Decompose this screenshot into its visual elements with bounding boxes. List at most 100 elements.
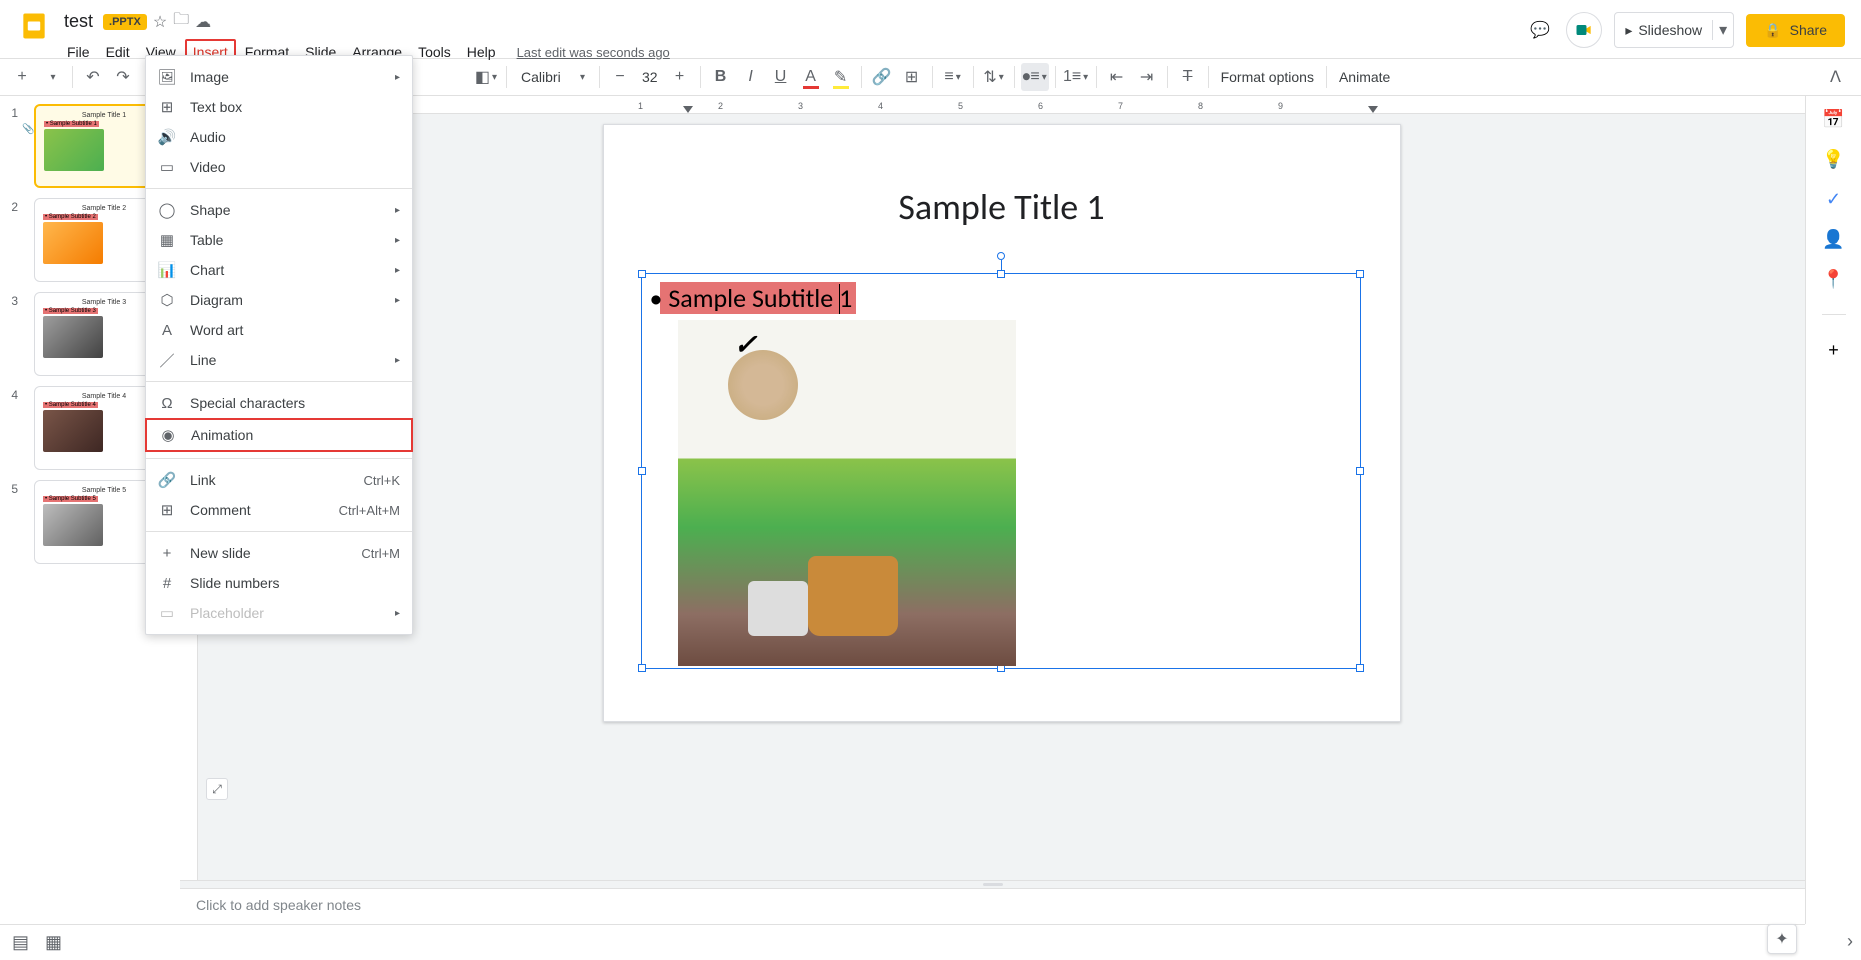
animate-button[interactable]: Animate [1333, 69, 1396, 85]
ruler-indent-left[interactable] [683, 106, 693, 113]
collapse-toolbar-button[interactable]: ᐱ [1818, 67, 1853, 87]
tasks-addon-icon[interactable]: ✓ [1823, 188, 1845, 210]
text-color-button[interactable]: A [797, 63, 825, 91]
hide-side-panel-button[interactable]: › [1847, 931, 1853, 952]
star-icon[interactable]: ☆ [153, 12, 167, 32]
align-button[interactable]: ≡▾ [939, 63, 967, 91]
shortcut-label: Ctrl+M [361, 546, 400, 561]
insert-menu-video[interactable]: ▭ Video [146, 152, 412, 182]
rotate-handle[interactable] [997, 252, 1005, 260]
font-size-increase[interactable]: + [666, 63, 694, 91]
insert-menu-new-slide[interactable]: + New slide Ctrl+M [146, 538, 412, 568]
thumb-title: Sample Title 3 [82, 299, 126, 306]
slideshow-dropdown[interactable]: ▾ [1712, 20, 1733, 40]
resize-handle-tr[interactable] [1356, 270, 1364, 278]
insert-menu-special-characters[interactable]: Ω Special characters [146, 388, 412, 418]
insert-menu-shape[interactable]: ◯ Shape ▸ [146, 195, 412, 225]
ruler-mark: 4 [878, 101, 883, 111]
slide-title-text[interactable]: Sample Title 1 [604, 185, 1400, 229]
insert-menu-table[interactable]: ▦ Table ▸ [146, 225, 412, 255]
comments-icon[interactable]: 💬 [1526, 16, 1554, 44]
thumb-image [43, 222, 103, 264]
fill-color-button[interactable]: ◧▾ [472, 63, 500, 91]
undo-button[interactable]: ↶ [79, 63, 107, 91]
bulleted-list-button[interactable]: ⦁≡▾ [1021, 63, 1049, 91]
font-size-decrease[interactable]: − [606, 63, 634, 91]
insert-menu-link[interactable]: 🔗 Link Ctrl+K [146, 465, 412, 495]
resize-handle-tm[interactable] [997, 270, 1005, 278]
doc-title[interactable]: test [60, 9, 97, 34]
slideshow-button[interactable]: ▸ Slideshow [1615, 22, 1712, 39]
thumb-image [43, 504, 103, 546]
menu-file[interactable]: File [60, 40, 97, 64]
meet-icon[interactable] [1566, 12, 1602, 48]
insert-menu-chart[interactable]: 📊 Chart ▸ [146, 255, 412, 285]
numbered-list-button[interactable]: 1≡▾ [1062, 63, 1090, 91]
insert-menu-audio[interactable]: 🔊 Audio [146, 122, 412, 152]
insert-menu-comment[interactable]: ⊞ Comment Ctrl+Alt+M [146, 495, 412, 525]
notes-resize-handle[interactable] [180, 880, 1805, 888]
subtitle-text-box[interactable]: Sample Subtitle 1 ✓ [641, 273, 1361, 669]
move-folder-icon[interactable]: 🗀 [173, 8, 189, 35]
horizontal-ruler[interactable]: 123456789 [198, 96, 1805, 114]
fit-to-screen-button[interactable]: ⤢ [206, 778, 228, 800]
insert-link-button[interactable]: 🔗 [868, 63, 896, 91]
filmstrip-view-button[interactable]: ▤ [12, 932, 29, 953]
explore-button[interactable]: ✦ [1767, 924, 1797, 954]
insert-comment-button[interactable]: ⊞ [898, 63, 926, 91]
insert-menu-word-art[interactable]: A Word art [146, 315, 412, 345]
resize-handle-ml[interactable] [638, 467, 646, 475]
new-slide-button[interactable]: + [8, 63, 36, 91]
resize-handle-bl[interactable] [638, 664, 646, 672]
insert-menu-text-box[interactable]: ⊞ Text box [146, 92, 412, 122]
slide-image[interactable]: ✓ [678, 320, 1016, 666]
decrease-indent-button[interactable]: ⇤ [1103, 63, 1131, 91]
insert-menu-image[interactable]: 🖼 Image ▸ [146, 62, 412, 92]
new-slide-dropdown[interactable]: ▾ [38, 63, 66, 91]
maps-addon-icon[interactable]: 📍 [1823, 268, 1845, 290]
increase-indent-button[interactable]: ⇥ [1133, 63, 1161, 91]
font-size-input[interactable]: 32 [636, 69, 664, 85]
menu-help[interactable]: Help [460, 40, 503, 64]
cloud-status-icon[interactable]: ☁ [195, 12, 211, 32]
highlight-color-button[interactable]: ✎ [827, 63, 855, 91]
menu-tools[interactable]: Tools [411, 40, 458, 64]
format-options-button[interactable]: Format options [1215, 69, 1320, 85]
insert-menu-animation[interactable]: ◉ Animation [145, 418, 413, 452]
share-button[interactable]: 🔒 Share [1746, 14, 1845, 47]
animation-icon: ◉ [159, 426, 177, 444]
slides-logo[interactable] [16, 8, 52, 44]
contacts-addon-icon[interactable]: 👤 [1823, 228, 1845, 250]
ruler-mark: 2 [718, 101, 723, 111]
slide[interactable]: Sample Title 1 Sample Subtitle 1 [603, 124, 1401, 722]
get-addons-icon[interactable]: + [1823, 339, 1845, 361]
grid-view-button[interactable]: ▦ [45, 932, 62, 953]
font-family-select[interactable]: Calibri ▾ [513, 69, 593, 85]
resize-handle-tl[interactable] [638, 270, 646, 278]
keep-addon-icon[interactable]: 💡 [1823, 148, 1845, 170]
insert-menu-slide-numbers[interactable]: # Slide numbers [146, 568, 412, 598]
submenu-arrow-icon: ▸ [395, 608, 400, 619]
resize-handle-br[interactable] [1356, 664, 1364, 672]
speaker-notes[interactable]: Click to add speaker notes [180, 888, 1805, 924]
italic-button[interactable]: I [737, 63, 765, 91]
calendar-addon-icon[interactable]: 📅 [1823, 108, 1845, 130]
insert-menu-diagram[interactable]: ⬡ Diagram ▸ [146, 285, 412, 315]
last-edit-link[interactable]: Last edit was seconds ago [517, 45, 670, 60]
ruler-indent-right[interactable] [1368, 106, 1378, 113]
line-spacing-button[interactable]: ⇅▾ [980, 63, 1008, 91]
subtitle-text[interactable]: Sample Subtitle 1 [660, 282, 857, 314]
resize-handle-mr[interactable] [1356, 467, 1364, 475]
submenu-arrow-icon: ▸ [395, 235, 400, 246]
underline-button[interactable]: U [767, 63, 795, 91]
insert-menu-line[interactable]: ／ Line ▸ [146, 345, 412, 375]
textbox-icon: ⊞ [158, 98, 176, 116]
bold-button[interactable]: B [707, 63, 735, 91]
clear-formatting-button[interactable]: T [1174, 63, 1202, 91]
menu-edit[interactable]: Edit [99, 40, 137, 64]
slide-viewport[interactable]: Sample Title 1 Sample Subtitle 1 [198, 114, 1805, 880]
line-icon: ／ [158, 351, 176, 369]
table-icon: ▦ [158, 231, 176, 249]
redo-button[interactable]: ↷ [109, 63, 137, 91]
chart-icon: 📊 [158, 261, 176, 279]
